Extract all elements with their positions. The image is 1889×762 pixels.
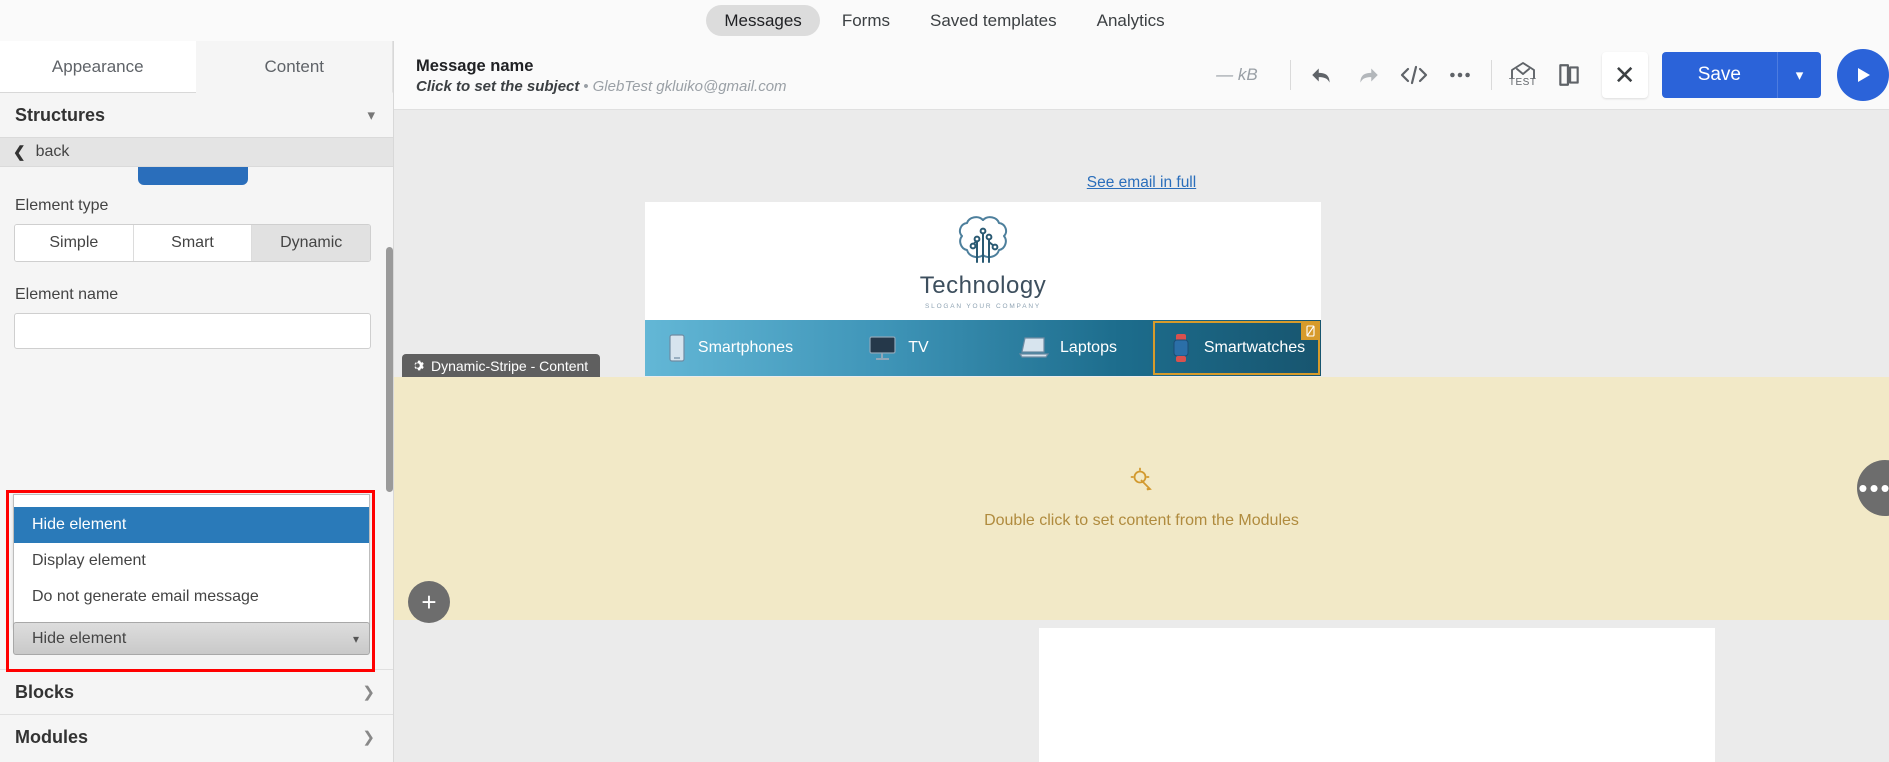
edit-badge-icon[interactable] bbox=[1301, 321, 1320, 340]
dynamic-stripe-content-area[interactable]: Double click to set content from the Mod… bbox=[394, 377, 1889, 620]
tv-icon bbox=[869, 336, 896, 360]
email-logo-brand: Technology bbox=[919, 272, 1047, 299]
tab-content[interactable]: Content bbox=[195, 41, 393, 93]
chevron-left-icon: ❮ bbox=[13, 144, 26, 161]
email-nav-label: Smartwatches bbox=[1203, 339, 1306, 356]
more-options-icon[interactable] bbox=[1437, 52, 1483, 98]
smartwatch-icon bbox=[1173, 334, 1189, 362]
message-meta: Message name Click to set the subject • Gl… bbox=[416, 55, 787, 96]
element-type-label: Element type bbox=[15, 197, 109, 214]
preview-play-button[interactable] bbox=[1837, 49, 1889, 101]
save-button-group: Save ▾ bbox=[1661, 52, 1821, 98]
email-nav-label: Smartphones bbox=[697, 339, 794, 356]
modules-title: Modules bbox=[15, 726, 89, 747]
structures-section-header[interactable]: Structures ▾ bbox=[0, 93, 393, 137]
dynamic-stripe-tab-label: Dynamic-Stripe - Content bbox=[431, 357, 589, 374]
sidebar-section-modules[interactable]: Modules ❯ bbox=[0, 714, 393, 759]
redo-icon[interactable] bbox=[1345, 52, 1391, 98]
element-type-segmented-control: Simple Smart Dynamic bbox=[14, 224, 371, 262]
partially-hidden-blue-pill bbox=[138, 167, 248, 185]
add-structure-button[interactable]: + bbox=[408, 581, 450, 623]
element-name-label: Element name bbox=[15, 286, 119, 303]
left-sidebar: Appearance Content Structures ▾ ❮ back E… bbox=[0, 41, 394, 762]
message-name[interactable]: Message name bbox=[416, 55, 787, 79]
topnav-item-forms[interactable]: Forms bbox=[824, 5, 908, 36]
save-button[interactable]: Save bbox=[1661, 52, 1777, 98]
sender-address: GlebTest gkluiko@gmail.com bbox=[592, 78, 787, 96]
back-button[interactable]: ❮ back bbox=[0, 137, 393, 167]
test-label: TEST bbox=[1508, 77, 1537, 88]
dropdown-top-spacer bbox=[14, 495, 369, 507]
email-nav-item-laptops[interactable]: Laptops bbox=[983, 320, 1152, 376]
app-root: Messages Forms Saved templates Analytics… bbox=[0, 0, 1889, 762]
email-bottom-block[interactable] bbox=[1039, 628, 1715, 762]
dropdown-option-do-not-generate[interactable]: Do not generate email message bbox=[14, 579, 369, 615]
element-type-simple[interactable]: Simple bbox=[15, 225, 134, 261]
chevron-down-icon: ▾ bbox=[352, 631, 359, 646]
topnav-item-saved-templates[interactable]: Saved templates bbox=[912, 5, 1075, 36]
duplicate-icon[interactable] bbox=[1546, 52, 1592, 98]
brain-circuit-icon bbox=[958, 216, 1008, 263]
structures-title: Structures bbox=[15, 104, 106, 125]
element-behavior-select[interactable]: Hide element ▾ bbox=[13, 622, 370, 655]
separator-dot: • bbox=[583, 78, 589, 96]
element-behavior-dropdown-list[interactable]: Hide element Display element Do not gene… bbox=[13, 494, 370, 628]
subject-hint[interactable]: Click to set the subject bbox=[416, 78, 579, 95]
email-nav-item-tv[interactable]: TV bbox=[814, 320, 983, 376]
top-navigation: Messages Forms Saved templates Analytics bbox=[0, 0, 1889, 41]
editor-header: Message name Click to set the subject • Gl… bbox=[394, 41, 1889, 110]
email-nav-bar: Smartphones TV Laptops Smartwatches bbox=[645, 320, 1321, 376]
toolbar-divider bbox=[1289, 60, 1291, 90]
element-behavior-select-value: Hide element bbox=[32, 629, 127, 647]
laptop-icon bbox=[1018, 337, 1050, 358]
element-type-smart[interactable]: Smart bbox=[133, 225, 253, 261]
email-nav-label: TV bbox=[908, 339, 929, 356]
element-type-dynamic[interactable]: Dynamic bbox=[252, 225, 370, 261]
code-icon[interactable] bbox=[1391, 52, 1437, 98]
email-logo-block[interactable]: Technology SLOGAN YOUR COMPANY bbox=[645, 202, 1321, 320]
smartphone-icon bbox=[669, 334, 685, 362]
topnav-item-messages[interactable]: Messages bbox=[706, 5, 820, 36]
see-email-in-full-link[interactable]: See email in full bbox=[394, 174, 1889, 192]
back-label: back bbox=[35, 143, 70, 160]
dropdown-option-display-element[interactable]: Display element bbox=[14, 543, 369, 579]
chevron-right-icon: ❯ bbox=[362, 684, 375, 701]
sidebar-tabs: Appearance Content bbox=[0, 41, 393, 93]
email-logo-slogan: SLOGAN YOUR COMPANY bbox=[925, 303, 1041, 310]
element-name-input[interactable] bbox=[14, 313, 371, 349]
email-nav-label: Laptops bbox=[1060, 339, 1117, 356]
chevron-right-icon: ❯ bbox=[362, 729, 375, 746]
dropdown-option-hide-element[interactable]: Hide element bbox=[14, 507, 369, 543]
email-nav-item-smartwatches[interactable]: Smartwatches bbox=[1152, 320, 1321, 376]
tab-appearance[interactable]: Appearance bbox=[0, 41, 196, 93]
topnav-item-analytics[interactable]: Analytics bbox=[1079, 5, 1183, 36]
message-subject-row[interactable]: Click to set the subject • GlebTest gkluik… bbox=[416, 78, 787, 95]
sidebar-section-blocks[interactable]: Blocks ❯ bbox=[0, 669, 393, 714]
gear-icon bbox=[414, 360, 424, 371]
sidebar-scrollbar[interactable] bbox=[386, 247, 393, 492]
email-nav-item-smartphones[interactable]: Smartphones bbox=[645, 320, 814, 376]
test-message-icon[interactable]: TEST bbox=[1500, 52, 1546, 98]
message-size: — kB bbox=[1216, 65, 1258, 84]
email-template: Technology SLOGAN YOUR COMPANY Smartphon… bbox=[645, 202, 1321, 376]
dynamic-stripe-hint: Double click to set content from the Mod… bbox=[984, 512, 1299, 529]
close-button[interactable]: ✕ bbox=[1601, 52, 1648, 98]
dynamic-stripe-tab[interactable]: Dynamic-Stripe - Content bbox=[402, 354, 601, 377]
undo-icon[interactable] bbox=[1299, 52, 1345, 98]
chevron-down-icon: ▾ bbox=[367, 107, 375, 124]
blocks-title: Blocks bbox=[15, 681, 75, 702]
toolbar-divider bbox=[1490, 60, 1492, 90]
email-canvas-area: See email in full Technology SLOGAN YOUR… bbox=[394, 110, 1889, 762]
structure-settings-panel: Element type Simple Smart Dynamic Elemen… bbox=[0, 167, 393, 672]
set-content-cursor-icon bbox=[1130, 467, 1154, 496]
save-dropdown-caret-icon[interactable]: ▾ bbox=[1777, 52, 1821, 98]
